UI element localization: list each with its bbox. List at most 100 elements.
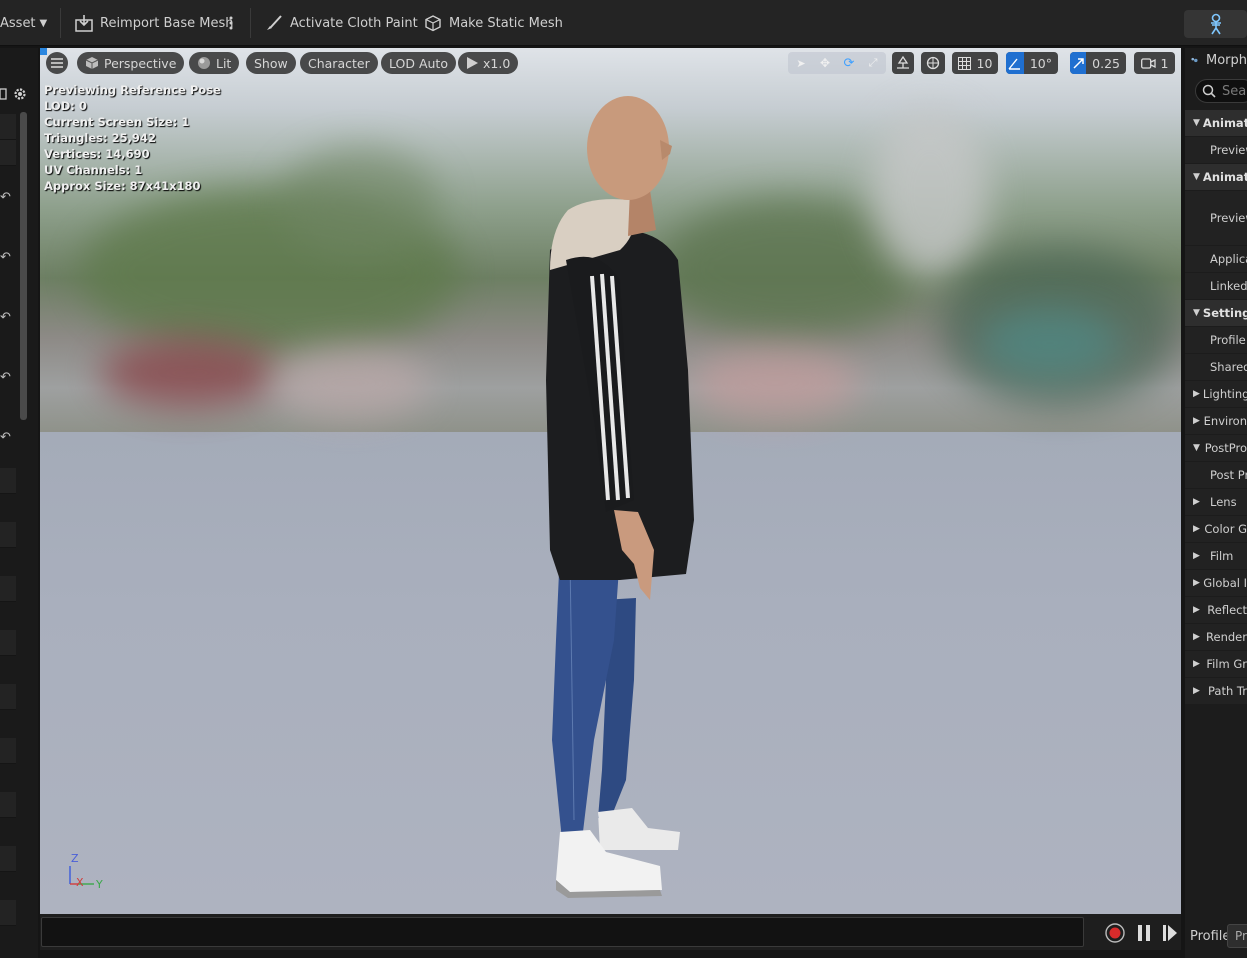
expand-right-icon[interactable]: ▶ [1193,578,1200,588]
property-row[interactable]: Shared [1185,354,1247,380]
perspective-button[interactable]: Perspective [77,52,185,74]
activate-cloth-paint-button[interactable]: Activate Cloth Paint [264,6,418,40]
property-label: Profile N [1210,333,1247,347]
property-group-row[interactable]: ▶ Lens [1185,489,1247,515]
lod-button[interactable]: LOD Auto [381,52,456,74]
character-label: Character [308,55,370,71]
property-group-row[interactable]: ▶ Color G [1185,516,1247,542]
playback-speed-button[interactable]: x1.0 [458,52,519,74]
property-label: Environ [1203,414,1247,428]
step-forward-icon[interactable] [1162,924,1178,942]
asset-menu[interactable]: Asset ▼ [0,6,47,40]
expand-down-icon[interactable]: ▼ [1193,443,1202,453]
property-group-row[interactable]: ▶ Film Gr [1185,651,1247,677]
background-building [870,108,990,278]
expand-right-icon[interactable]: ▶ [1193,632,1203,642]
gear-icon[interactable] [12,86,28,102]
property-group-row[interactable]: ▶ Path Tr [1185,678,1247,704]
list-row[interactable] [0,738,16,764]
pause-icon[interactable] [1137,924,1151,942]
expand-right-icon[interactable]: ▶ [1193,659,1203,669]
panel-tab-morph[interactable]: Morph [1185,48,1247,72]
viewport[interactable]: Perspective Lit Show Character LOD Auto … [40,48,1181,914]
reset-arrow-icon[interactable]: ↶ [0,190,14,205]
static-mesh-icon [425,15,441,32]
record-icon[interactable] [1105,923,1125,943]
profile-dropdown[interactable]: Pr [1227,924,1247,948]
property-label: Animati [1202,116,1247,130]
list-row[interactable] [0,140,16,166]
list-row[interactable] [0,900,16,926]
property-label: PostPro [1204,441,1247,455]
list-row[interactable] [0,630,16,656]
expand-right-icon[interactable]: ▶ [1193,686,1205,696]
cloth-paint-label: Activate Cloth Paint [290,15,418,31]
rotation-snap-button[interactable]: 10° [1006,52,1058,74]
expand-down-icon[interactable]: ▼ [1193,118,1200,128]
viewport-menu-button[interactable] [46,52,68,74]
property-group-row[interactable]: ▼Animati [1185,164,1247,190]
list-row[interactable] [0,522,16,548]
property-row[interactable]: Linked A [1185,273,1247,299]
character-button[interactable]: Character [300,52,378,74]
list-row[interactable] [0,684,16,710]
select-icon[interactable]: ➤ [789,57,813,70]
property-group-row[interactable]: ▶ Lighting [1185,381,1247,407]
toolbar-divider [250,8,251,38]
expand-down-icon[interactable]: ▼ [1193,308,1200,318]
expand-right-icon[interactable]: ▶ [1193,524,1201,534]
property-row[interactable]: Profile N [1185,327,1247,353]
console-input[interactable] [41,917,1084,947]
reset-arrow-icon[interactable]: ↶ [0,370,14,385]
list-row[interactable] [0,846,16,872]
list-row[interactable] [0,576,16,602]
grid-snap-button[interactable]: 10 [952,52,998,74]
property-group-row[interactable]: ▶ Reflect [1185,597,1247,623]
rotate-icon[interactable]: ⟳ [837,56,861,71]
skeleton-mode-button[interactable] [1184,10,1247,38]
lit-button[interactable]: Lit [189,52,240,74]
property-row[interactable]: Applica [1185,246,1247,272]
property-row[interactable]: Post Pr [1185,462,1247,488]
expand-right-icon[interactable]: ▶ [1193,605,1204,615]
reset-arrow-icon[interactable]: ↶ [0,430,14,445]
reset-arrow-icon[interactable]: ↶ [0,250,14,265]
background-car [270,348,430,418]
translate-icon[interactable]: ✥ [813,56,837,70]
expand-right-icon[interactable]: ▶ [1193,389,1200,399]
scale-icon[interactable]: ⤢ [861,56,885,70]
property-group-row[interactable]: ▼Animati [1185,110,1247,136]
search-placeholder: Sea [1222,83,1247,99]
search-icon [1202,84,1216,98]
grid-icon [957,56,971,70]
list-row[interactable] [0,792,16,818]
property-row[interactable]: Preview [1185,191,1247,245]
list-row[interactable] [0,114,16,140]
camera-speed-button[interactable]: 1 [1134,52,1175,74]
scale-snap-button[interactable]: 0.25 [1070,52,1126,74]
property-group-row[interactable]: ▶ Global I [1185,570,1247,596]
list-row[interactable] [0,468,16,494]
reset-arrow-icon[interactable]: ↶ [0,310,14,325]
property-group-row[interactable]: ▼ Setting [1185,300,1247,326]
expand-right-icon[interactable]: ▶ [1193,416,1201,426]
property-group-row[interactable]: ▶ Environ [1185,408,1247,434]
panel-layout-icon[interactable] [0,88,8,100]
search-input[interactable]: Sea [1195,79,1247,103]
show-button[interactable]: Show [246,52,296,74]
reimport-base-mesh-button[interactable]: Reimport Base Mesh [74,6,234,40]
left-scrollbar[interactable] [20,112,27,420]
property-group-row[interactable]: ▶ Film [1185,543,1247,569]
property-group-row[interactable]: ▶ Render [1185,624,1247,650]
world-local-toggle[interactable] [921,52,945,74]
property-group-row[interactable]: ▼ PostPro [1185,435,1247,461]
more-options-icon[interactable] [229,6,239,40]
surface-snap-icon [897,56,909,69]
toolbar-divider [60,8,61,38]
expand-right-icon[interactable]: ▶ [1193,497,1207,507]
surface-snap-button[interactable] [892,52,914,74]
expand-right-icon[interactable]: ▶ [1193,551,1207,561]
expand-down-icon[interactable]: ▼ [1193,172,1200,182]
property-row[interactable]: Preview [1185,137,1247,163]
make-static-mesh-button[interactable]: Make Static Mesh [423,6,563,40]
